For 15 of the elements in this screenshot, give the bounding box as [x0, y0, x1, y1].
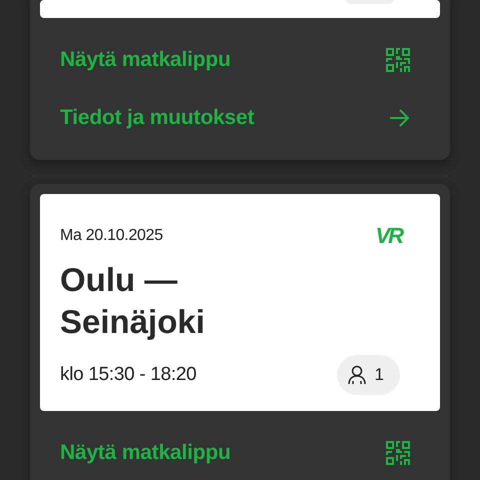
link-label: Tiedot ja muutokset: [60, 106, 254, 130]
route-title: Oulu — Seinäjoki: [60, 260, 206, 342]
qr-code-icon: [386, 48, 410, 72]
link-label: Näytä matkalippu: [60, 48, 231, 72]
arrow-right-icon: [390, 109, 410, 127]
show-ticket-link[interactable]: Näytä matkalippu: [40, 424, 440, 480]
person-icon: [346, 365, 367, 385]
qr-code-icon: [386, 441, 410, 465]
link-label: Näytä matkalippu: [60, 441, 231, 465]
show-ticket-link[interactable]: Näytä matkalippu: [40, 31, 440, 89]
vr-logo: VR: [375, 223, 402, 249]
details-link[interactable]: Tiedot ja muutokset: [40, 89, 440, 147]
passenger-count: 1: [374, 365, 384, 385]
trip-time: klo 15:30 - 18:20: [60, 364, 196, 386]
trip-date: Ma 20.10.2025: [60, 227, 163, 245]
